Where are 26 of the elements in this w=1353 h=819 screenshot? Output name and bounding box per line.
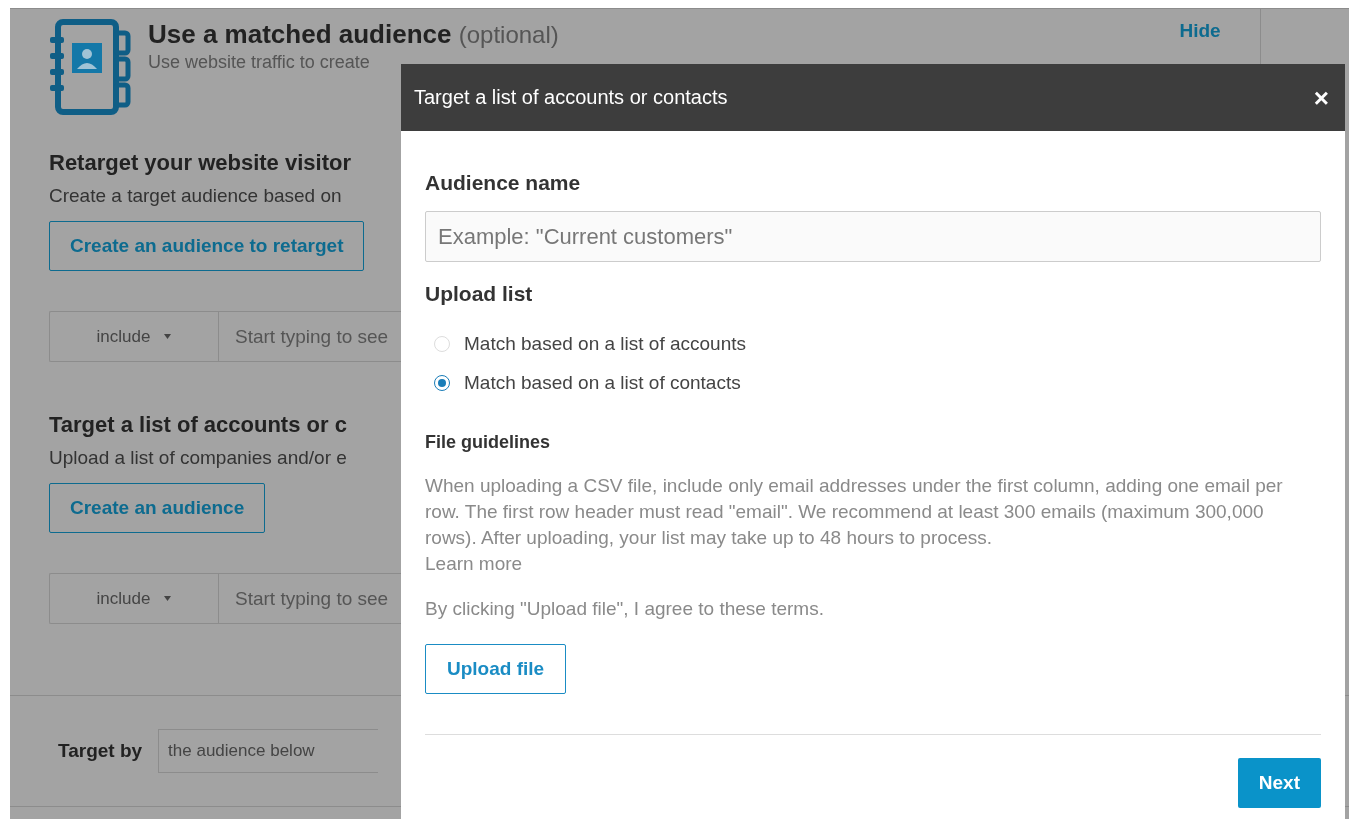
close-button[interactable]: × xyxy=(1309,84,1333,111)
hide-link[interactable]: Hide xyxy=(1179,20,1221,41)
next-button[interactable]: Next xyxy=(1237,758,1321,808)
section-title: Use a matched audience (optional) xyxy=(148,19,559,50)
learn-more-link[interactable]: Learn more xyxy=(425,551,523,577)
audience-name-field[interactable]: Example: "Current customers" xyxy=(425,211,1321,262)
radio-option[interactable]: Match based on a list of contacts xyxy=(434,363,741,402)
target-by-label: Target by xyxy=(58,740,143,762)
field-label: Audience name xyxy=(425,171,581,195)
target-by-field[interactable]: the audience below xyxy=(158,729,379,773)
create-audience-button[interactable]: Create an audience xyxy=(49,483,266,533)
section-subtitle: Use website traffic to create xyxy=(148,52,371,73)
section-heading: Target a list of accounts or c xyxy=(49,412,347,438)
radio-option[interactable]: Match based on a list of accounts xyxy=(434,324,746,363)
radio-button[interactable] xyxy=(434,374,450,391)
guidelines-heading: File guidelines xyxy=(425,432,551,453)
section-description: Create a target audience based on xyxy=(49,185,342,207)
guidelines-text: When uploading a CSV file, include only email addresses under the first column, adding one email per row. The first row header must read "email". We recommend at least 300 emails (maximum 300,000 rows). After uploading, your list may take up to 48 hours to process. xyxy=(425,474,1284,550)
modal-title: Target a list of accounts or contacts xyxy=(414,86,728,109)
section-description: Upload a list of companies and/or e xyxy=(49,447,347,469)
contact-book-icon xyxy=(50,19,132,115)
upload-file-button[interactable]: Upload file xyxy=(425,644,567,694)
field-label: Upload list xyxy=(425,282,533,306)
terms-text: By clicking "Upload file", I agree to these terms. xyxy=(425,598,824,620)
create-audience-button[interactable]: Create an audience to retarget xyxy=(49,221,365,271)
section-heading: Retarget your website visitor xyxy=(49,150,351,176)
